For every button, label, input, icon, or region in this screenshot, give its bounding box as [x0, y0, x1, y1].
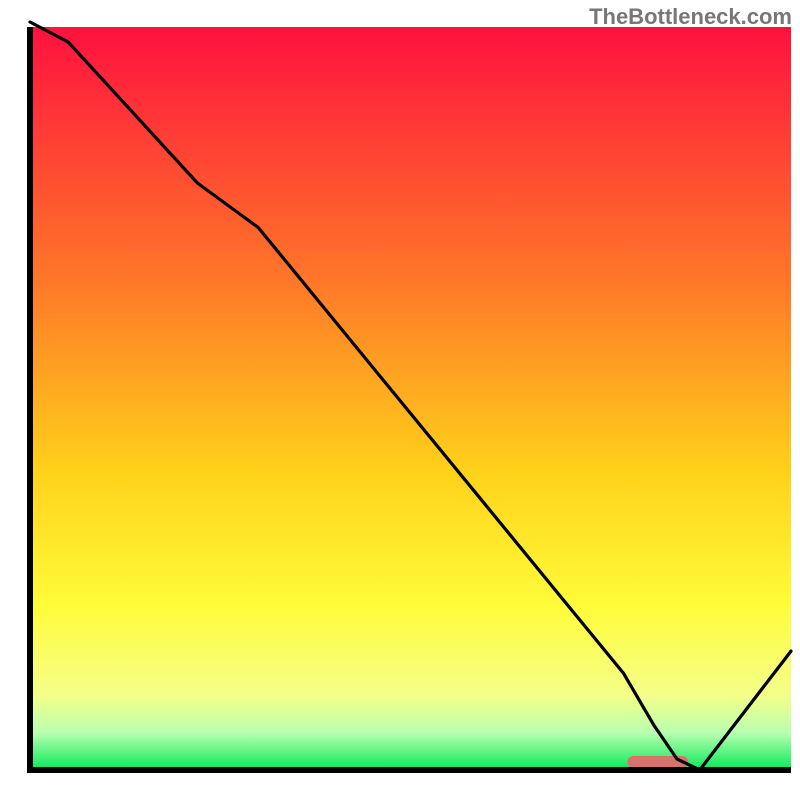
gradient-background	[30, 27, 791, 770]
watermark-text: TheBottleneck.com	[589, 4, 792, 30]
bottleneck-chart: TheBottleneck.com	[0, 0, 800, 800]
chart-plot-area	[0, 0, 800, 800]
optimal-range-marker	[627, 756, 688, 768]
